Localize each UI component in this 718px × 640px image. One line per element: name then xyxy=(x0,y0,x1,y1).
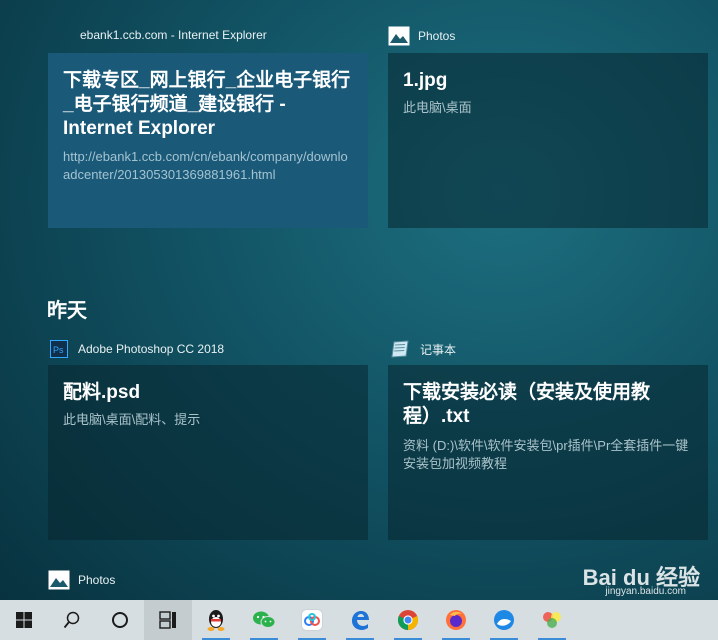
search-icon[interactable] xyxy=(48,600,96,640)
cortana-icon[interactable] xyxy=(96,600,144,640)
photos-app-icon[interactable] xyxy=(528,600,576,640)
card-title: 下载安装必读（安装及使用教程）.txt xyxy=(403,382,651,427)
activity-card-photos[interactable]: 1.jpg 此电脑\桌面 xyxy=(388,53,708,228)
app-name: 记事本 xyxy=(420,342,457,357)
windows-start-icon[interactable] xyxy=(0,600,48,640)
activity-card-ie[interactable]: 下载专区_网上银行_企业电子银行_电子银行频道_建设银行 - Internet … xyxy=(48,53,368,228)
app-name: ebank1.ccb.com - Internet Explorer xyxy=(80,28,267,42)
card-subtitle: http://ebank1.ccb.com/cn/ebank/company/d… xyxy=(63,149,348,183)
card-subtitle: 此电脑\桌面\配料、提示 xyxy=(63,411,201,427)
chrome-icon[interactable] xyxy=(384,600,432,640)
svg-text:Ps: Ps xyxy=(53,345,64,355)
card-title: 下载专区_网上银行_企业电子银行_电子银行频道_建设银行 - Internet … xyxy=(63,70,351,139)
baidu-watermark-domain: jingyan.baidu.com xyxy=(605,586,686,597)
edge-icon[interactable] xyxy=(336,600,384,640)
card-subtitle: 此电脑\桌面 xyxy=(403,99,472,115)
app-header-notepad: 记事本 xyxy=(390,338,456,360)
card-subtitle: 资料 (D:)\软件\软件安装包\pr插件\Pr全套插件一键安装包加视频教程 xyxy=(403,437,689,471)
wechat-icon[interactable] xyxy=(240,600,288,640)
task-view-icon[interactable] xyxy=(144,600,192,640)
card-title: 配料.psd xyxy=(63,382,141,403)
baidu-netdisk-icon[interactable] xyxy=(288,600,336,640)
app-name: Photos xyxy=(78,573,116,587)
browser-icon[interactable] xyxy=(480,600,528,640)
app-header-photos: Photos xyxy=(388,25,455,47)
photoshop-icon: Ps xyxy=(48,338,70,360)
app-header-ie: ebank1.ccb.com - Internet Explorer xyxy=(80,28,267,42)
section-title-yesterday: 昨天 xyxy=(47,300,87,322)
app-name: Photos xyxy=(418,29,456,43)
card-title: 1.jpg xyxy=(403,70,448,91)
firefox-icon[interactable] xyxy=(432,600,480,640)
app-header-photoshop: Ps Adobe Photoshop CC 2018 xyxy=(48,338,224,360)
app-name: Adobe Photoshop CC 2018 xyxy=(78,342,225,356)
activity-card-photoshop[interactable]: 配料.psd 此电脑\桌面\配料、提示 xyxy=(48,365,368,540)
app-header-photos-next: Photos xyxy=(48,569,115,591)
notepad-icon xyxy=(390,338,412,360)
activity-card-notepad[interactable]: 下载安装必读（安装及使用教程）.txt 资料 (D:)\软件\软件安装包\pr插… xyxy=(388,365,708,540)
photos-icon xyxy=(48,569,70,591)
photos-icon xyxy=(388,25,410,47)
taskbar xyxy=(0,600,718,640)
qq-icon[interactable] xyxy=(192,600,240,640)
